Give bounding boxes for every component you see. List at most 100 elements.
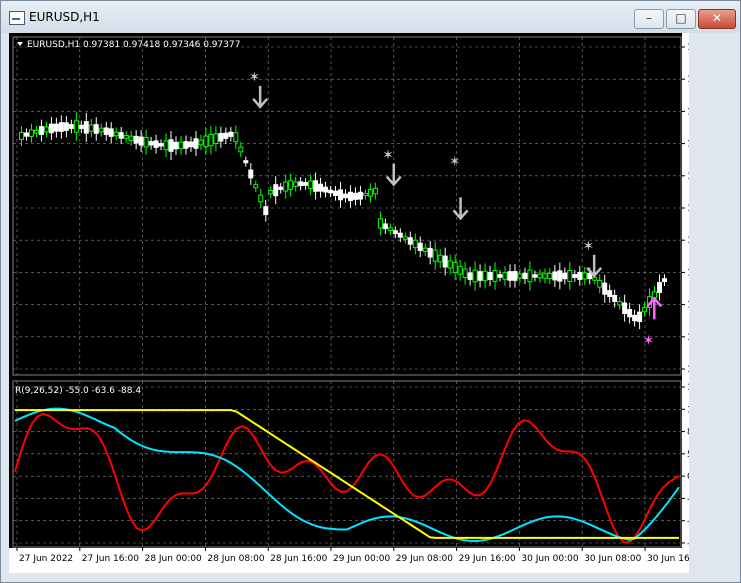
bear-candle <box>612 295 618 302</box>
bear-candle <box>637 311 643 322</box>
bear-candle <box>83 121 89 134</box>
bull-candle <box>163 140 169 151</box>
bull-candle <box>402 236 408 240</box>
title-bar[interactable]: EURUSD,H1 – □ ✕ <box>1 1 740 33</box>
bull-candle <box>457 266 463 275</box>
bear-candle <box>298 181 304 187</box>
bull-candle <box>208 133 214 147</box>
bull-candle <box>482 270 488 282</box>
bull-candle <box>258 194 264 203</box>
bull-candle <box>143 136 149 148</box>
bull-candle <box>362 192 368 197</box>
bull-candle <box>567 269 573 282</box>
bear-candle <box>68 124 74 129</box>
bull-candle <box>437 254 443 263</box>
bull-candle <box>128 135 134 142</box>
close-button[interactable]: ✕ <box>698 9 736 29</box>
bear-candle <box>487 271 493 280</box>
bull-candle <box>213 133 219 144</box>
bull-candle <box>19 132 24 140</box>
bear-candle <box>497 274 503 278</box>
main-panel-border <box>12 36 682 376</box>
price-tick-label: 1.05230 <box>687 172 689 182</box>
minimize-button[interactable]: – <box>634 9 664 29</box>
price-tick-label: 1.05720 <box>687 107 689 117</box>
bear-candle <box>627 308 633 318</box>
bear-candle <box>183 141 189 149</box>
bear-candle <box>38 126 44 135</box>
bear-candle <box>223 132 229 139</box>
level-tick-label: 0.00 <box>687 472 689 482</box>
window-title: EURUSD,H1 <box>29 10 100 24</box>
sell-arrow-icon <box>385 163 402 187</box>
header-dropdown-icon <box>17 42 23 46</box>
bull-candle <box>452 261 458 273</box>
bear-candle <box>562 272 568 280</box>
time-tick-label: 27 Jun 16:00 <box>82 554 139 564</box>
bull-candle <box>422 247 428 252</box>
chart-svg[interactable]: 1.06205 1.05960 1.05720 1.05475 1.05230 1.049… <box>9 33 689 573</box>
fast-series-line <box>14 412 680 544</box>
chart-canvas[interactable]: 1.06205 1.05960 1.05720 1.05475 1.05230 1.049… <box>9 33 689 573</box>
bear-candle <box>343 193 348 199</box>
bull-candle <box>462 268 468 278</box>
star-marker-icon: ✶ <box>643 333 655 349</box>
bear-candle <box>512 271 518 281</box>
time-tick-label: 28 Jun 00:00 <box>145 554 202 564</box>
bear-candle <box>323 186 329 193</box>
chart-header-label: EURUSD,H1 0.97381 0.97418 0.97346 0.9737… <box>27 40 240 50</box>
bear-candle <box>662 278 667 283</box>
bull-candle <box>517 273 523 279</box>
bull-candle <box>617 301 623 306</box>
level-tick-label: -50 <box>687 494 689 504</box>
bear-candle <box>392 230 398 235</box>
star-marker-icon: ✶ <box>449 154 461 170</box>
bear-candle <box>218 132 224 142</box>
price-tick-label: 1.04255 <box>687 301 689 311</box>
bull-candle <box>283 181 289 192</box>
bear-candle <box>522 272 528 280</box>
bear-candle <box>103 127 109 135</box>
bear-candle <box>427 247 433 258</box>
price-tick-label: 1.04745 <box>687 236 689 246</box>
bear-candle <box>622 302 628 315</box>
bull-candle <box>502 272 508 280</box>
bull-candle <box>597 280 603 288</box>
bear-candle <box>158 143 164 147</box>
price-tick-label: 1.05475 <box>687 140 689 150</box>
bull-candle <box>412 239 418 249</box>
bear-candle <box>333 190 339 196</box>
bear-candle <box>63 122 69 131</box>
bear-candle <box>632 314 638 322</box>
time-tick-label: 30 Jun 00:00 <box>521 554 578 564</box>
bear-candle <box>153 140 159 148</box>
bear-candle <box>347 191 353 202</box>
bull-candle <box>233 132 239 143</box>
bear-candle <box>78 124 84 129</box>
chart-window: EURUSD,H1 – □ ✕ 1.062051.059601.057201.0… <box>0 0 741 583</box>
bear-candle <box>243 160 249 164</box>
level-tick-label: 80 <box>687 428 689 438</box>
bear-candle <box>193 138 199 149</box>
bear-candle <box>23 132 29 137</box>
bull-candle <box>542 273 548 279</box>
maximize-button[interactable]: □ <box>666 9 696 29</box>
bear-candle <box>48 123 54 134</box>
bear-candle <box>532 274 538 278</box>
bear-candle <box>148 141 154 146</box>
bear-candle <box>168 139 174 152</box>
bear-candle <box>53 123 59 132</box>
bull-candle <box>178 141 184 150</box>
bull-candle <box>238 146 244 153</box>
bull-candle <box>73 120 79 133</box>
bear-candle <box>108 128 114 137</box>
bear-candle <box>557 270 563 282</box>
time-tick-label: 29 Jun 08:00 <box>396 554 453 564</box>
bear-candle <box>303 182 309 186</box>
bear-candle <box>382 223 388 230</box>
bull-candle <box>288 180 294 190</box>
time-tick-label: 29 Jun 16:00 <box>459 554 516 564</box>
bear-candle <box>273 184 279 197</box>
bear-candle <box>248 169 254 179</box>
star-marker-icon: ✶ <box>382 147 394 163</box>
